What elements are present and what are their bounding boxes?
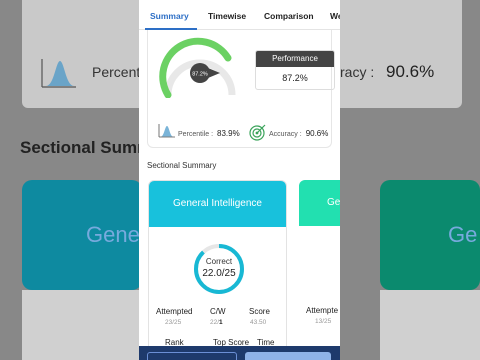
- performance-value: 87.2%: [282, 73, 308, 83]
- tab-more[interactable]: We: [330, 11, 340, 21]
- bg-percentile-icon: [41, 59, 76, 88]
- performance-gauge: 87.2%: [159, 37, 236, 98]
- attempted-value: 23/25: [165, 319, 182, 326]
- tab-comparison[interactable]: Comparison: [264, 11, 314, 21]
- accuracy-stat: Accuracy :90.6%: [269, 129, 328, 138]
- score-value: 43.50: [250, 319, 267, 326]
- bg-lower-right: [380, 290, 480, 360]
- performance-box: Performance 87.2%: [255, 50, 335, 90]
- target-icon: [249, 124, 266, 141]
- phone-screen: Summary Timewise Comparison We 87.2% Per…: [139, 0, 340, 360]
- tab-summary[interactable]: Summary: [150, 11, 189, 21]
- percentile-stat: Percentile :83.9%: [178, 129, 240, 138]
- gauge-label: 87.2%: [192, 72, 208, 78]
- tab-timewise[interactable]: Timewise: [208, 11, 246, 21]
- section2-name: Ge: [299, 180, 340, 226]
- section-name: General Intelligence: [149, 181, 286, 227]
- section2-attempted-label: Attempte: [306, 306, 339, 315]
- bg-accuracy-value: 90.6%: [386, 62, 435, 81]
- correct-label: Correct: [205, 257, 233, 266]
- correct-value: 22.0/25: [202, 268, 236, 279]
- percentile-label: Percentile :: [178, 131, 214, 138]
- performance-title: Performance: [256, 51, 334, 67]
- bg-accuracy-label: racy :: [340, 64, 375, 80]
- bg-lower-left: [22, 290, 142, 360]
- bottom-left-button[interactable]: [147, 352, 237, 360]
- bg-gen-right: Ge: [448, 222, 478, 247]
- performance-card: 87.2% Performance 87.2% Percentile :83.9…: [147, 30, 335, 148]
- attempted-label: Attempted: [156, 307, 193, 316]
- section2-attempted-value: 13/25: [315, 318, 332, 325]
- section-card-second[interactable]: Ge Attempte 13/25: [299, 180, 340, 360]
- cw-value: 22/1: [210, 319, 223, 326]
- percentile-value: 83.9%: [217, 129, 240, 138]
- section-card-general-intelligence[interactable]: General Intelligence Correct 22.0/25 Att…: [148, 180, 287, 360]
- accuracy-label: Accuracy :: [269, 131, 302, 138]
- percentile-icon: [158, 124, 175, 138]
- bottom-right-button[interactable]: [245, 352, 331, 360]
- accuracy-value: 90.6%: [305, 129, 329, 138]
- cw-label: C/W: [210, 307, 226, 316]
- bg-gen-left: Gene: [86, 222, 140, 247]
- tab-bar: Summary Timewise Comparison We: [139, 0, 340, 30]
- cw-wrong: 1: [219, 319, 223, 326]
- sectional-summary-title: Sectional Summary: [147, 161, 217, 170]
- cw-correct: 22: [210, 319, 218, 326]
- score-label: Score: [249, 307, 270, 316]
- bg-section-title: Sectional Summ: [20, 138, 153, 157]
